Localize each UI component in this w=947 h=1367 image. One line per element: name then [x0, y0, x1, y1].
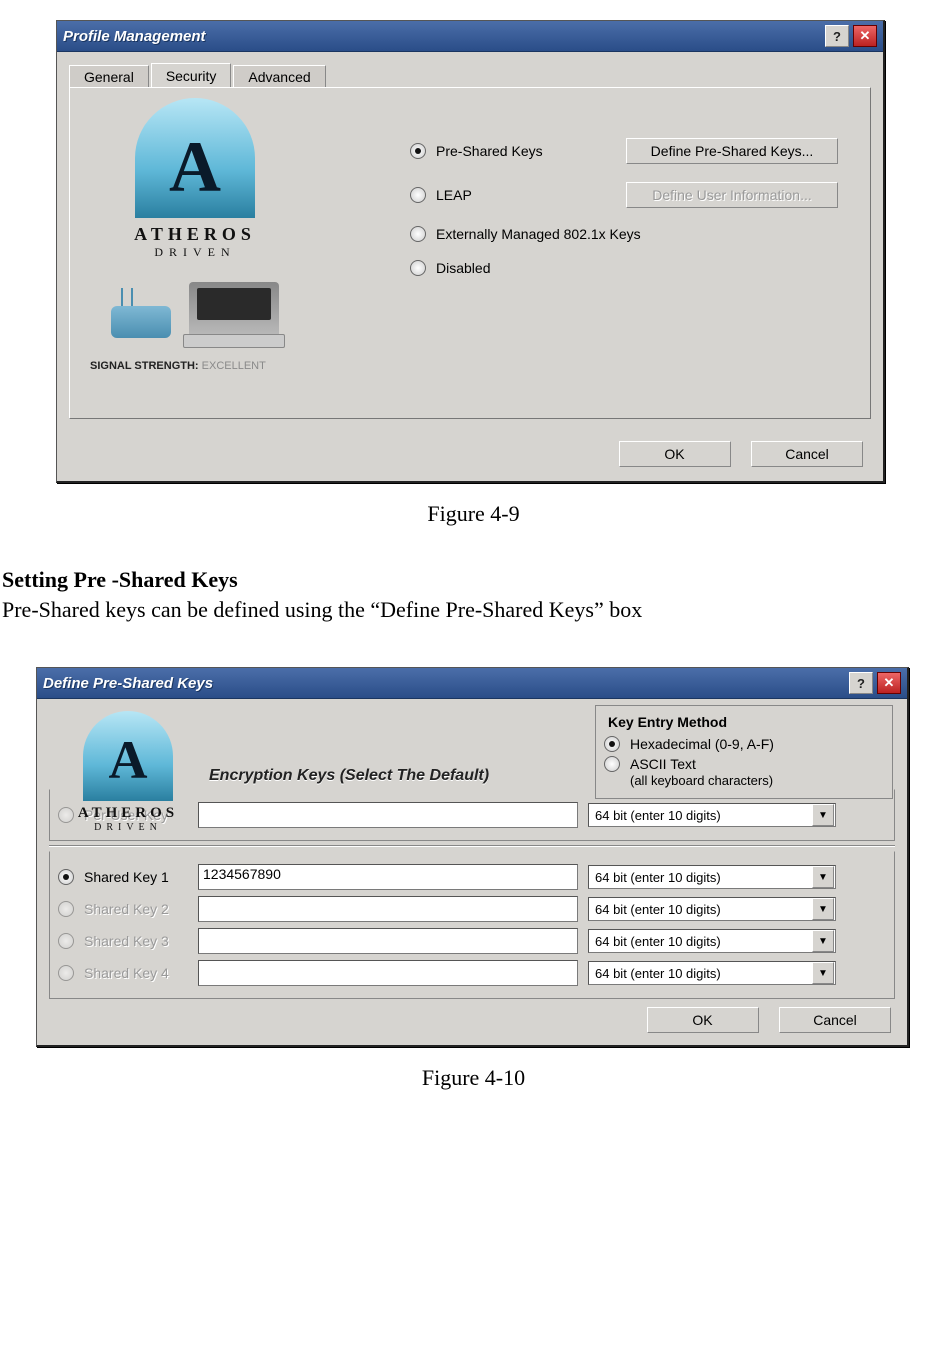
chevron-down-icon: ▼: [812, 962, 834, 984]
logo-icon: [135, 98, 255, 218]
shared-key-2-size-combo[interactable]: 64 bit (enter 10 digits)▼: [588, 897, 836, 921]
label-leap: LEAP: [436, 187, 626, 203]
define-user-info-button: Define User Information...: [626, 182, 838, 208]
label-hexadecimal: Hexadecimal (0-9, A-F): [630, 736, 774, 752]
chevron-down-icon: ▼: [812, 930, 834, 952]
cancel-button[interactable]: Cancel: [779, 1007, 891, 1033]
label-disabled: Disabled: [436, 260, 490, 276]
radio-hexadecimal[interactable]: [604, 736, 620, 752]
shared-key-3-size-combo[interactable]: 64 bit (enter 10 digits)▼: [588, 929, 836, 953]
per-user-key-input[interactable]: [198, 802, 578, 828]
define-psk-button[interactable]: Define Pre-Shared Keys...: [626, 138, 838, 164]
help-button[interactable]: ?: [849, 672, 873, 694]
chevron-down-icon: ▼: [812, 804, 834, 826]
shared-key-1-input[interactable]: 1234567890: [198, 864, 578, 890]
section-heading: Setting Pre -Shared Keys: [2, 567, 947, 593]
per-user-key-size-combo[interactable]: 64 bit (enter 10 digits)▼: [588, 803, 836, 827]
define-psk-dialog: Define Pre-Shared Keys ? ✕ ATHEROS DRIVE…: [36, 667, 909, 1047]
brand-logo: ATHEROS DRIVEN SIGNAL STRENGTH: EXCELLEN…: [90, 98, 300, 372]
radio-externally-managed[interactable]: [410, 226, 426, 242]
radio-leap[interactable]: [410, 187, 426, 203]
key-entry-method-group: Key Entry Method Hexadecimal (0-9, A-F) …: [595, 705, 893, 799]
figure-caption-1: Figure 4-9: [0, 501, 947, 527]
shared-key-3-input[interactable]: [198, 928, 578, 954]
dialog-buttons: OK Cancel: [49, 999, 895, 1035]
logo-sub-text: DRIVEN: [90, 245, 300, 260]
radio-shared-key-3[interactable]: [58, 933, 74, 949]
label-shared-key-1: Shared Key 1: [84, 869, 169, 885]
help-button[interactable]: ?: [825, 25, 849, 47]
ok-button[interactable]: OK: [647, 1007, 759, 1033]
radio-ascii[interactable]: [604, 756, 620, 772]
titlebar[interactable]: Profile Management ? ✕: [57, 21, 883, 52]
label-shared-key-3: Shared Key 3: [84, 933, 169, 949]
radio-shared-key-2[interactable]: [58, 901, 74, 917]
ok-button[interactable]: OK: [619, 441, 731, 467]
chevron-down-icon: ▼: [812, 866, 834, 888]
radio-shared-key-1[interactable]: [58, 869, 74, 885]
tab-content: ATHEROS DRIVEN SIGNAL STRENGTH: EXCELLEN…: [69, 87, 871, 419]
tab-security[interactable]: Security: [151, 63, 232, 88]
radio-disabled[interactable]: [410, 260, 426, 276]
devices-illustration: [90, 282, 300, 338]
cancel-button[interactable]: Cancel: [751, 441, 863, 467]
label-ascii: ASCII Text (all keyboard characters): [630, 756, 773, 788]
radio-pre-shared-keys[interactable]: [410, 143, 426, 159]
close-button[interactable]: ✕: [877, 672, 901, 694]
close-button[interactable]: ✕: [853, 25, 877, 47]
dialog-buttons: OK Cancel: [57, 431, 883, 481]
shared-key-4-input[interactable]: [198, 960, 578, 986]
logo-brand-text: ATHEROS: [53, 805, 203, 822]
tab-strip: General Security Advanced: [57, 52, 883, 87]
logo-brand-text: ATHEROS: [90, 224, 300, 245]
titlebar[interactable]: Define Pre-Shared Keys ? ✕: [37, 668, 907, 699]
logo-sub-text: DRIVEN: [53, 822, 203, 833]
key-entry-title: Key Entry Method: [604, 714, 731, 730]
radio-shared-key-4[interactable]: [58, 965, 74, 981]
label-pre-shared-keys: Pre-Shared Keys: [436, 143, 626, 159]
window-title: Profile Management: [63, 28, 821, 45]
laptop-icon: [189, 282, 279, 338]
label-shared-key-4: Shared Key 4: [84, 965, 169, 981]
shared-key-2-input[interactable]: [198, 896, 578, 922]
logo-icon: [83, 711, 173, 801]
radio-per-user-key: [58, 807, 74, 823]
brand-logo: ATHEROS DRIVEN: [53, 711, 203, 833]
label-externally-managed: Externally Managed 802.1x Keys: [436, 226, 641, 242]
router-icon: [111, 306, 171, 338]
label-shared-key-2: Shared Key 2: [84, 901, 169, 917]
chevron-down-icon: ▼: [812, 898, 834, 920]
signal-strength-label: SIGNAL STRENGTH: EXCELLENT: [90, 360, 300, 372]
section-body: Pre-Shared keys can be defined using the…: [2, 597, 947, 623]
profile-management-dialog: Profile Management ? ✕ General Security …: [56, 20, 885, 483]
shared-key-4-size-combo[interactable]: 64 bit (enter 10 digits)▼: [588, 961, 836, 985]
shared-key-1-size-combo[interactable]: 64 bit (enter 10 digits)▼: [588, 865, 836, 889]
window-title: Define Pre-Shared Keys: [43, 675, 845, 692]
figure-caption-2: Figure 4-10: [0, 1065, 947, 1091]
